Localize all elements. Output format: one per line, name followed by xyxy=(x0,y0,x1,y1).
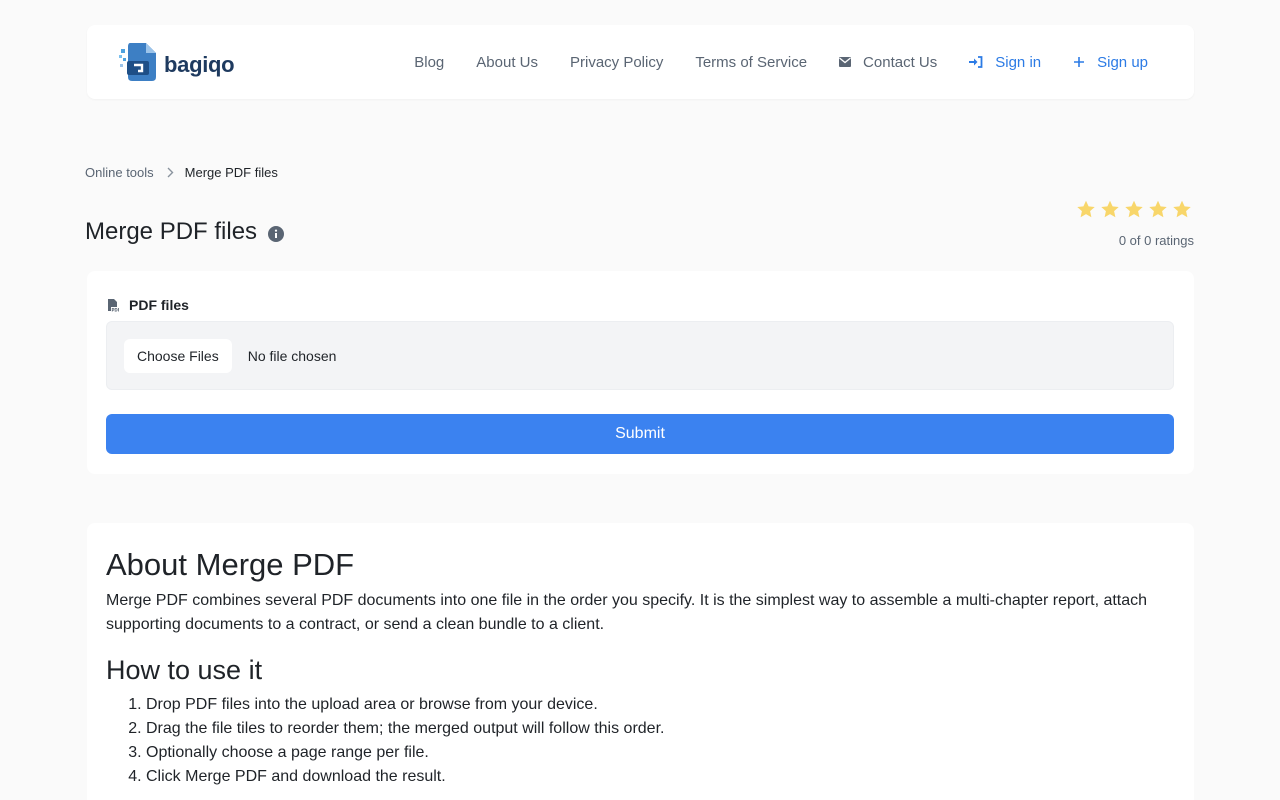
document-logo-icon xyxy=(118,41,160,88)
howto-step: Optionally choose a page range per file. xyxy=(146,741,1175,765)
submit-button[interactable]: Submit xyxy=(106,414,1174,454)
star-icon[interactable] xyxy=(1076,200,1096,224)
nav-sign-up[interactable]: Sign up xyxy=(1073,54,1148,71)
pdf-file-icon: PDF xyxy=(107,298,120,312)
info-icon[interactable] xyxy=(268,225,285,242)
nav-sign-in[interactable]: Sign in xyxy=(969,54,1041,71)
rating-widget: 0 of 0 ratings xyxy=(1076,200,1194,248)
about-card: About Merge PDF Merge PDF combines sever… xyxy=(87,523,1194,800)
page-title-text: Merge PDF files xyxy=(85,218,258,245)
star-rating[interactable] xyxy=(1076,200,1192,224)
choose-files-button[interactable]: Choose Files xyxy=(124,338,232,373)
breadcrumb: Online tools Merge PDF files xyxy=(85,165,278,180)
plus-icon xyxy=(1073,56,1085,68)
sign-in-icon xyxy=(969,56,983,68)
brand-name: bagiqo xyxy=(164,51,235,77)
pdf-files-label-text: PDF files xyxy=(129,297,189,313)
svg-text:PDF: PDF xyxy=(112,307,120,312)
nav-contact-us-label: Contact Us xyxy=(863,53,938,71)
nav-about-us[interactable]: About Us xyxy=(476,54,538,71)
page-title: Merge PDF files xyxy=(85,218,285,246)
rating-count: 0 of 0 ratings xyxy=(1118,233,1194,248)
nav-privacy-policy[interactable]: Privacy Policy xyxy=(570,54,663,71)
brand-logo[interactable]: bagiqo xyxy=(118,41,235,88)
top-navbar: bagiqo Blog About Us Privacy Policy Term… xyxy=(87,25,1194,99)
nav-blog[interactable]: Blog xyxy=(414,54,444,71)
star-icon[interactable] xyxy=(1124,200,1144,224)
nav-sign-up-label: Sign up xyxy=(1097,53,1148,71)
howto-step: Click Merge PDF and download the result. xyxy=(146,765,1175,789)
about-title: About Merge PDF xyxy=(106,547,355,582)
chevron-right-icon xyxy=(167,167,174,178)
pdf-files-label: PDF PDF files xyxy=(107,297,189,313)
nav-contact-us[interactable]: Contact Us xyxy=(839,54,937,71)
breadcrumb-online-tools[interactable]: Online tools xyxy=(85,165,154,180)
star-icon[interactable] xyxy=(1148,200,1168,224)
howto-step: Drag the file tiles to reorder them; the… xyxy=(146,717,1175,741)
nav-links: Blog About Us Privacy Policy Terms of Se… xyxy=(414,25,1148,99)
upload-form-card: PDF PDF files Choose Files No file chose… xyxy=(87,271,1194,474)
howto-step: Drop PDF files into the upload area or b… xyxy=(146,693,1175,717)
star-icon[interactable] xyxy=(1172,200,1192,224)
envelope-icon xyxy=(839,57,852,67)
breadcrumb-current: Merge PDF files xyxy=(184,165,278,180)
star-icon[interactable] xyxy=(1100,200,1120,224)
howto-title: How to use it xyxy=(106,655,263,685)
about-description: Merge PDF combines several PDF documents… xyxy=(106,592,1148,633)
file-input[interactable]: Choose Files No file chosen xyxy=(106,321,1174,390)
nav-terms-of-service[interactable]: Terms of Service xyxy=(695,54,807,71)
nav-sign-in-label: Sign in xyxy=(995,53,1042,71)
file-status-text: No file chosen xyxy=(247,347,337,364)
howto-steps: Drop PDF files into the upload area or b… xyxy=(106,693,1175,789)
